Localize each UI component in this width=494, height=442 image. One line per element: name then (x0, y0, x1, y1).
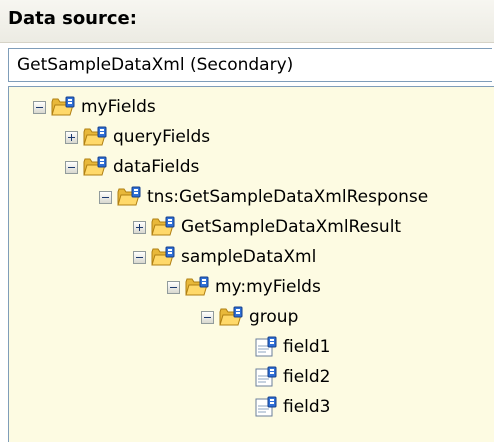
field-icon (255, 336, 277, 357)
data-source-dropdown[interactable]: GetSampleDataXml (Secondary) (8, 48, 492, 82)
tree-node-label: field2 (283, 367, 331, 387)
data-source-label: Data source: (8, 8, 137, 29)
tree-node-label: my:myFields (215, 277, 321, 297)
folder-icon (219, 306, 243, 326)
collapse-icon[interactable] (33, 101, 46, 114)
collapse-icon[interactable] (65, 161, 78, 174)
expand-icon[interactable] (133, 221, 146, 234)
folder-icon (83, 126, 107, 146)
collapse-icon[interactable] (201, 311, 214, 324)
folder-icon (83, 156, 107, 176)
folder-icon (185, 276, 209, 296)
tree-node-label: group (249, 307, 299, 327)
tree-node-label: field1 (283, 337, 331, 357)
tree-node-label: sampleDataXml (181, 247, 317, 267)
data-source-panel: Data source: GetSampleDataXml (Secondary… (0, 0, 494, 442)
panel-header: Data source: (0, 0, 494, 43)
tree-node-label: myFields (81, 97, 156, 117)
collapse-icon[interactable] (133, 251, 146, 264)
tree-node-label: GetSampleDataXmlResult (181, 217, 402, 237)
data-source-tree[interactable]: myFields queryFields dataFields tns:GetS… (8, 86, 494, 442)
tree-node-label: field3 (283, 397, 331, 417)
tree-node-label: queryFields (113, 127, 211, 147)
collapse-icon[interactable] (99, 191, 112, 204)
field-icon (255, 396, 277, 417)
folder-icon (51, 96, 75, 116)
folder-icon (151, 246, 175, 266)
folder-icon (117, 186, 141, 206)
collapse-icon[interactable] (167, 281, 180, 294)
data-source-value: GetSampleDataXml (Secondary) (17, 55, 294, 75)
tree-node-label: dataFields (113, 157, 200, 177)
tree-node-label: tns:GetSampleDataXmlResponse (147, 187, 429, 207)
expand-icon[interactable] (65, 131, 78, 144)
field-icon (255, 366, 277, 387)
folder-icon (151, 216, 175, 236)
